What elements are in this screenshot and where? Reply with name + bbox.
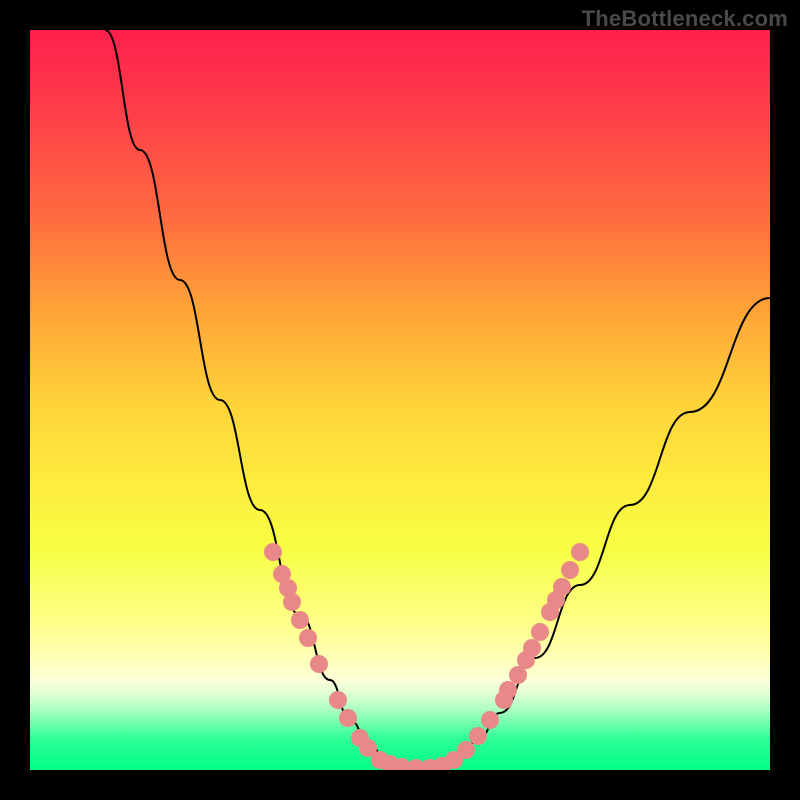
data-marker [531,623,549,641]
data-marker [481,711,499,729]
data-marker [553,578,571,596]
curve-layer [105,30,770,768]
data-marker [310,655,328,673]
data-marker [469,727,487,745]
data-marker [571,543,589,561]
plot-area [30,30,770,770]
data-marker [264,543,282,561]
data-marker [329,691,347,709]
data-marker [299,629,317,647]
data-marker [339,709,357,727]
data-marker [523,639,541,657]
curve-path [105,30,770,768]
chart-svg [30,30,770,770]
watermark-text: TheBottleneck.com [582,6,788,32]
data-marker [457,741,475,759]
data-marker [283,593,301,611]
chart-stage: TheBottleneck.com [0,0,800,800]
data-marker [291,611,309,629]
data-marker [561,561,579,579]
data-marker [499,681,517,699]
